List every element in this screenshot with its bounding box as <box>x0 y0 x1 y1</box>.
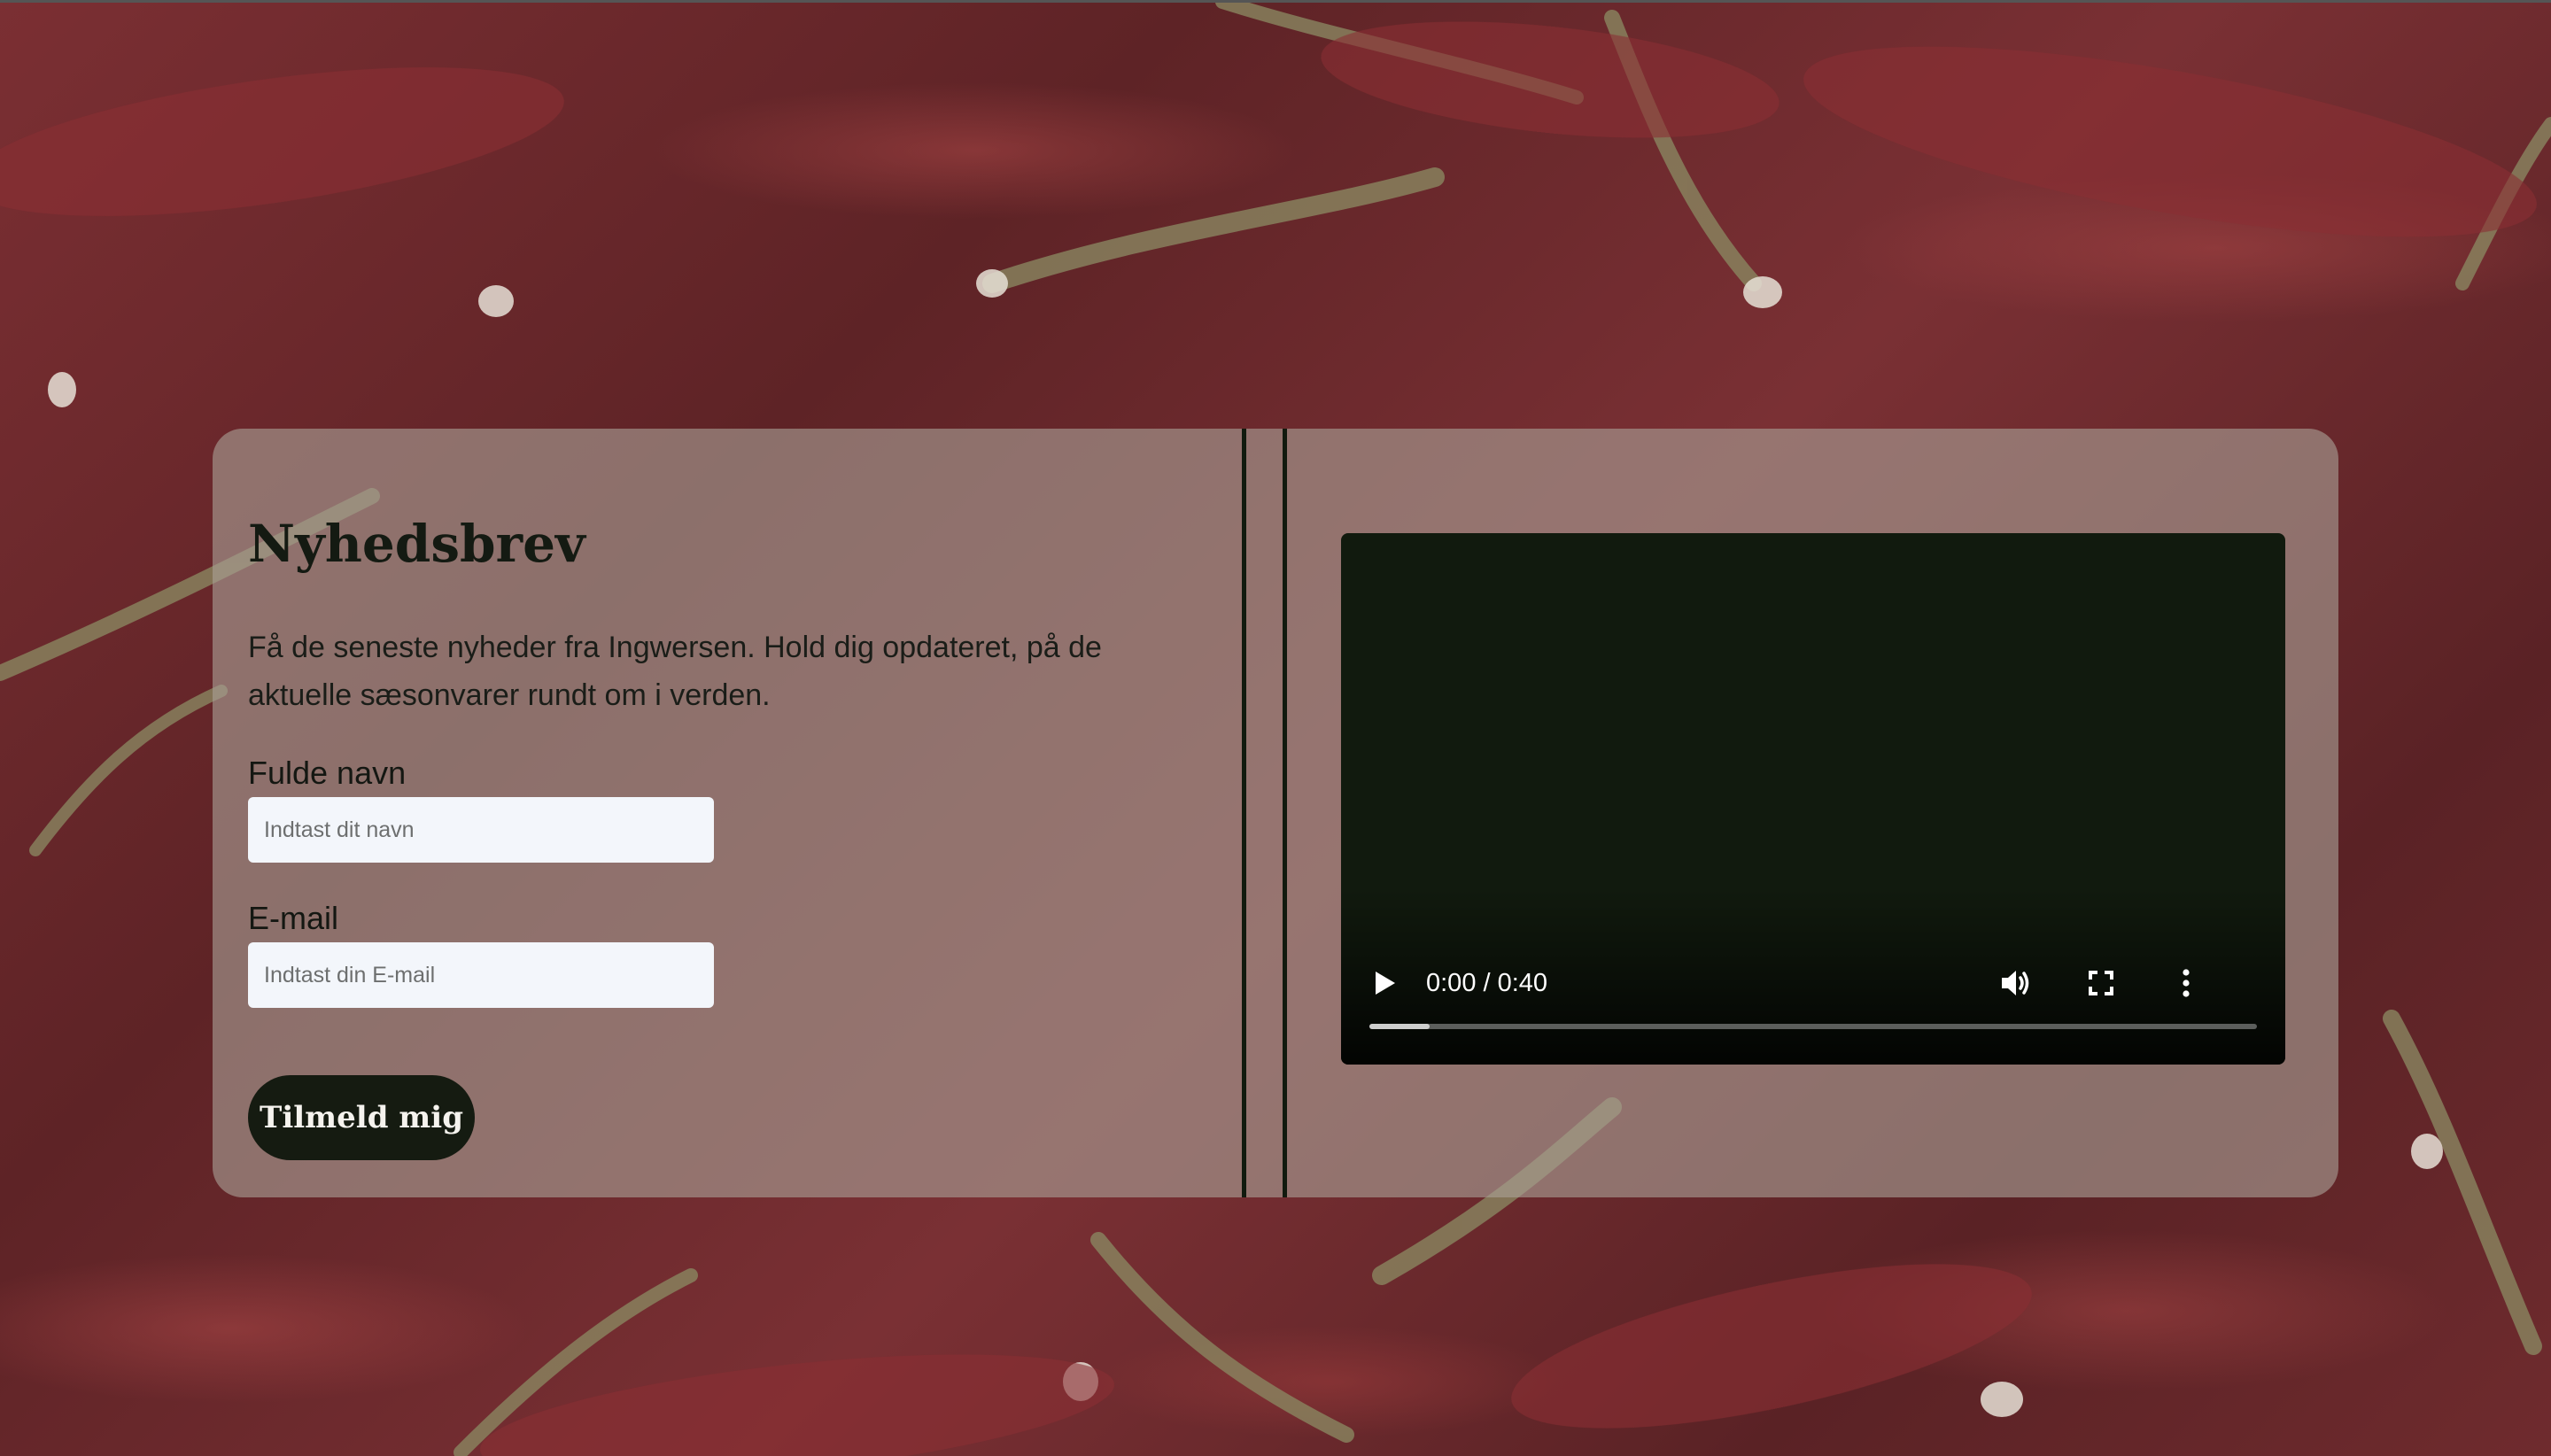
page: Nyhedsbrev Få de seneste nyheder fra Ing… <box>0 0 2551 1456</box>
fullscreen-button[interactable] <box>2082 964 2121 1003</box>
name-label: Fulde navn <box>248 755 407 791</box>
name-input[interactable] <box>248 797 714 863</box>
video-time-display: 0:00 / 0:40 <box>1426 969 1548 997</box>
more-options-button[interactable] <box>2167 964 2206 1003</box>
email-input[interactable] <box>248 942 714 1008</box>
newsletter-card: Nyhedsbrev Få de seneste nyheder fra Ing… <box>213 429 2338 1197</box>
top-border <box>0 0 2551 3</box>
newsletter-title: Nyhedsbrev <box>248 514 585 574</box>
video-player[interactable]: 0:00 / 0:40 <box>1341 533 2285 1065</box>
divider-line <box>1242 429 1246 1197</box>
email-label: E-mail <box>248 900 339 936</box>
divider-line <box>1283 429 1287 1197</box>
volume-button[interactable] <box>1997 964 2035 1003</box>
play-button[interactable] <box>1368 965 1403 1001</box>
video-buffered-bar <box>1369 1024 1431 1029</box>
subscribe-button[interactable]: Tilmeld mig <box>248 1075 475 1160</box>
video-progress-bar[interactable] <box>1369 1024 2257 1029</box>
more-options-icon <box>2183 969 2190 997</box>
volume-icon <box>2002 971 2029 995</box>
fullscreen-icon <box>2089 971 2113 995</box>
newsletter-intro: Få de seneste nyheder fra Ingwersen. Hol… <box>248 631 1102 712</box>
play-icon <box>1376 972 1395 995</box>
